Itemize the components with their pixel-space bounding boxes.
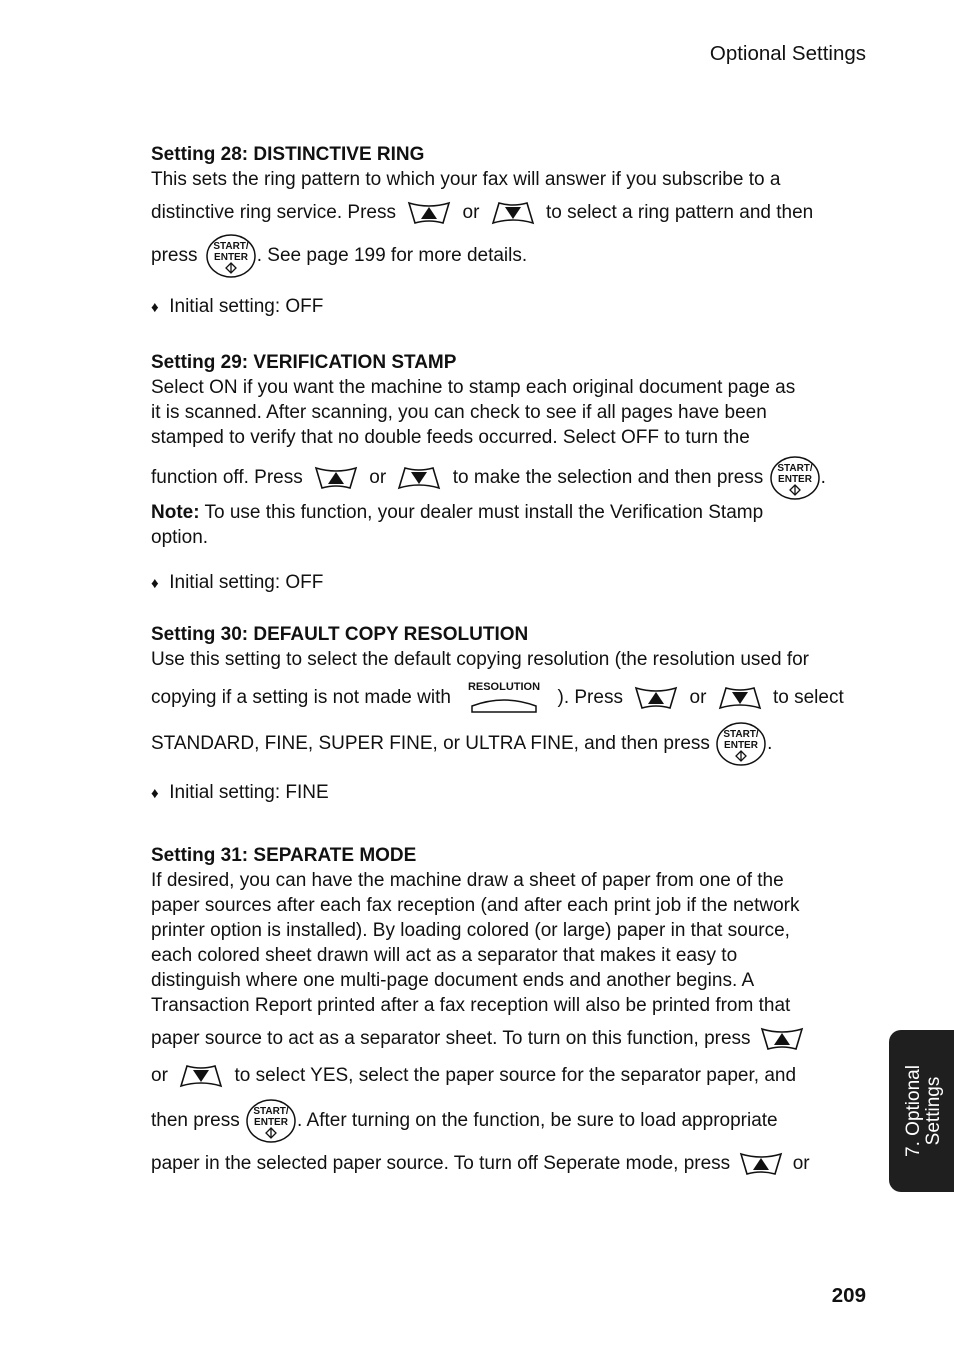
text: . (767, 733, 773, 755)
paragraph-line: then press START/ENTER . After turning o… (151, 1099, 810, 1143)
down-arrow-key-icon (491, 200, 535, 226)
setting-28-heading: Setting 28: DISTINCTIVE RING (151, 144, 425, 165)
up-arrow-key-icon (634, 685, 678, 711)
paragraph-line: press START/ENTER . See page 199 for mor… (151, 234, 813, 278)
down-arrow-key-icon (397, 465, 441, 491)
text: or (462, 202, 480, 224)
paragraph-line: This sets the ring pattern to which your… (151, 169, 781, 190)
initial-setting-item: ♦ Initial setting: OFF (151, 570, 826, 596)
setting-29-heading: Setting 29: VERIFICATION STAMP (151, 352, 457, 373)
text: . (820, 467, 826, 489)
text: to select YES, select the paper source f… (234, 1065, 797, 1087)
resolution-key-icon: RESOLUTION (464, 680, 544, 716)
paragraph-line: distinguish where one multi-page documen… (151, 970, 755, 991)
text: To use this function, your dealer must i… (199, 502, 764, 523)
svg-text:START/: START/ (213, 241, 249, 252)
chapter-side-tab: 7. Optional Settings (889, 1030, 954, 1192)
svg-text:ENTER: ENTER (778, 474, 813, 485)
setting-28-section: Setting 28: DISTINCTIVE RING This sets t… (151, 142, 813, 320)
down-arrow-key-icon (179, 1063, 223, 1089)
svg-text:START/: START/ (723, 729, 759, 740)
text: distinctive ring service. Press (151, 202, 396, 224)
text: copying if a setting is not made with (151, 687, 451, 709)
paragraph-line: paper in the selected paper source. To t… (151, 1151, 810, 1177)
paragraph-line: or to select YES, select the paper sourc… (151, 1063, 810, 1089)
paragraph-line: stamped to verify that no double feeds o… (151, 427, 750, 448)
text: STANDARD, FINE, SUPER FINE, or ULTRA FIN… (151, 733, 710, 755)
text: Initial setting: OFF (169, 572, 324, 593)
note-line: Note: To use this function, your dealer … (151, 500, 826, 525)
initial-setting-item: ♦ Initial setting: OFF (151, 294, 813, 320)
paragraph-line: each colored sheet drawn will act as a s… (151, 945, 738, 966)
text: Initial setting: FINE (169, 782, 329, 803)
svg-text:ENTER: ENTER (254, 1117, 289, 1128)
text: function off. Press (151, 467, 303, 489)
text: to select (772, 687, 844, 709)
text: paper in the selected paper source. To t… (151, 1153, 731, 1175)
chapter-side-tab-label: 7. Optional Settings (903, 1065, 944, 1157)
svg-text:START/: START/ (253, 1106, 289, 1117)
header-title: Optional Settings (709, 42, 866, 65)
svg-text:ENTER: ENTER (214, 252, 249, 263)
text: or (792, 1153, 810, 1175)
text: then press (151, 1110, 240, 1132)
paragraph-line: paper sources after each fax reception (… (151, 895, 800, 916)
text: to select a ring pattern and then (546, 202, 814, 224)
text: press (151, 245, 198, 267)
note-label: Note: (151, 502, 200, 523)
text: paper source to act as a separator sheet… (151, 1028, 751, 1050)
svg-text:START/: START/ (777, 463, 813, 474)
bullet-icon: ♦ (151, 299, 159, 316)
paragraph-line: option. (151, 527, 209, 548)
bullet-icon: ♦ (151, 785, 159, 802)
paragraph-line: STANDARD, FINE, SUPER FINE, or ULTRA FIN… (151, 722, 844, 766)
paragraph-line: If desired, you can have the machine dra… (151, 870, 784, 891)
paragraph-line: Use this setting to select the default c… (151, 649, 809, 670)
paragraph-line: Select ON if you want the machine to sta… (151, 377, 796, 398)
paragraph-line: printer option is installed). By loading… (151, 920, 790, 941)
paragraph-line: distinctive ring service. Press or to se… (151, 200, 813, 226)
bullet-icon: ♦ (151, 575, 159, 592)
setting-31-section: Setting 31: SEPARATE MODE If desired, yo… (151, 843, 810, 1177)
svg-text:ENTER: ENTER (724, 740, 759, 751)
paragraph-line: it is scanned. After scanning, you can c… (151, 402, 767, 423)
up-arrow-key-icon (314, 465, 358, 491)
start-enter-key-icon: START/ENTER (769, 456, 821, 500)
setting-30-heading: Setting 30: DEFAULT COPY RESOLUTION (151, 624, 529, 645)
start-enter-key-icon: START/ENTER (205, 234, 257, 278)
up-arrow-key-icon (407, 200, 451, 226)
text: to make the selection and then press (452, 467, 764, 489)
setting-31-heading: Setting 31: SEPARATE MODE (151, 845, 417, 866)
text: or (369, 467, 387, 489)
svg-text:RESOLUTION: RESOLUTION (468, 681, 540, 693)
down-arrow-key-icon (718, 685, 762, 711)
paragraph-line: function off. Press or to make the selec… (151, 456, 826, 500)
up-arrow-key-icon (739, 1151, 783, 1177)
text: 7. Optional (903, 1065, 924, 1157)
text: Settings (923, 1076, 944, 1146)
page-number: 209 (831, 1284, 866, 1307)
text: . See page 199 for more details. (256, 245, 528, 267)
text: ). Press (557, 687, 623, 709)
start-enter-key-icon: START/ENTER (715, 722, 767, 766)
text: or (151, 1065, 168, 1087)
text: . After turning on the function, be sure… (297, 1110, 778, 1132)
paragraph-line: Transaction Report printed after a fax r… (151, 995, 791, 1016)
start-enter-key-icon: START/ENTER (245, 1099, 297, 1143)
paragraph-line: paper source to act as a separator sheet… (151, 1026, 810, 1052)
initial-setting-item: ♦ Initial setting: FINE (151, 780, 844, 806)
text: or (689, 687, 707, 709)
setting-29-section: Setting 29: VERIFICATION STAMP Select ON… (151, 350, 826, 596)
paragraph-line: copying if a setting is not made with RE… (151, 680, 844, 716)
text: Initial setting: OFF (169, 296, 324, 317)
setting-30-section: Setting 30: DEFAULT COPY RESOLUTION Use … (151, 622, 844, 806)
up-arrow-key-icon (760, 1026, 804, 1052)
